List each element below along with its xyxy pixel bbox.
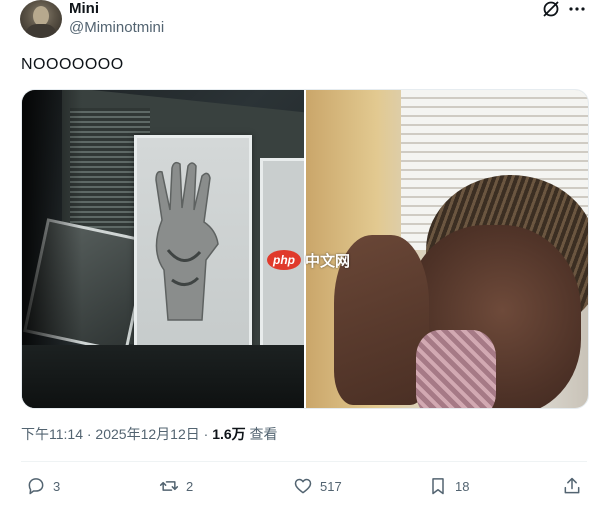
author-name[interactable]: Mini [69, 0, 99, 18]
like-count: 517 [320, 478, 342, 494]
grok-icon[interactable] [541, 0, 561, 18]
bookmark-icon [432, 478, 444, 495]
reply-icon [28, 478, 44, 495]
media-image-xray[interactable] [22, 90, 304, 408]
post-meta: 下午11:14 · 2025年12月12日 · 1.6万 查看 [21, 425, 278, 443]
bookmark-button[interactable]: 18 [428, 474, 469, 498]
post-timestamp[interactable]: 下午11:14 · 2025年12月12日 [21, 426, 200, 442]
action-bar: 3 2 517 18 [0, 474, 614, 500]
watermark-text: 中文网 [305, 252, 351, 270]
post-media[interactable]: php 中文网 [21, 89, 589, 409]
divider [21, 461, 587, 462]
view-label: 查看 [249, 426, 278, 442]
author-handle[interactable]: @Miminotmini [69, 19, 164, 37]
desk-area [22, 345, 304, 408]
view-count: 1.6万 [212, 426, 246, 442]
like-icon [294, 478, 312, 494]
media-watermark: php 中文网 [267, 249, 350, 271]
post-text: NOOOOOOO [21, 56, 124, 73]
repost-button[interactable]: 2 [159, 474, 193, 498]
repost-icon [159, 481, 179, 491]
tissue-shape [416, 330, 496, 408]
watermark-badge: php [267, 250, 301, 270]
reply-count: 3 [53, 478, 61, 494]
avatar-face [33, 6, 49, 26]
more-icon[interactable] [567, 0, 587, 18]
share-icon [564, 477, 580, 494]
reply-button[interactable]: 3 [26, 474, 60, 498]
like-button[interactable]: 517 [293, 474, 342, 498]
bookmark-count: 18 [455, 478, 470, 494]
xray-hand-shape [155, 161, 219, 321]
avatar[interactable] [20, 0, 62, 38]
meta-separator: · [199, 426, 213, 442]
share-button[interactable] [562, 474, 582, 498]
repost-count: 2 [186, 478, 194, 494]
avatar-body [26, 24, 56, 38]
